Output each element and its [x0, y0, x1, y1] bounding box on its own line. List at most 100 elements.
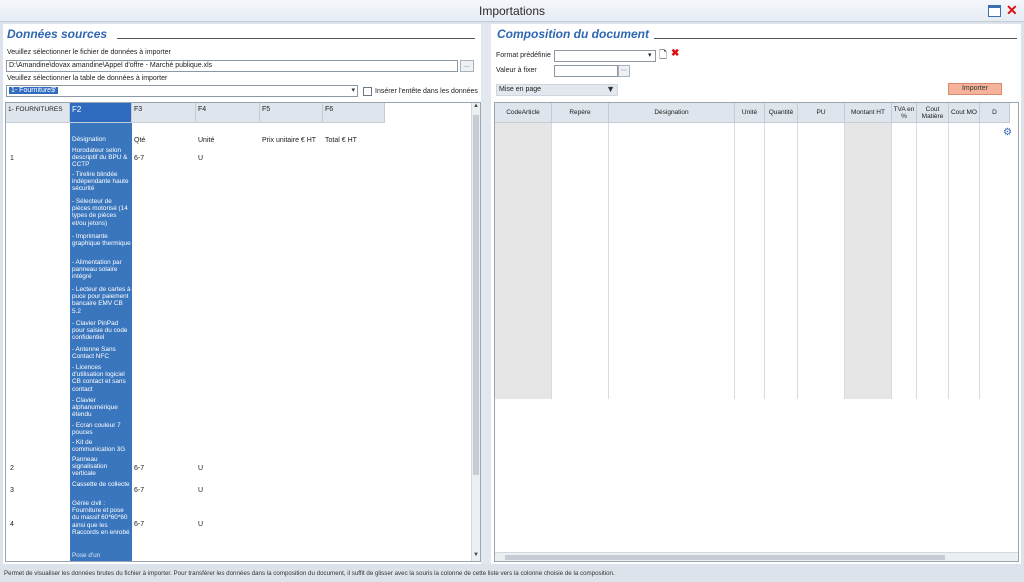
panel-splitter[interactable] — [481, 24, 491, 564]
cell: Génie civil : Fourniture et pose du mass… — [72, 500, 130, 536]
row-number: 3 — [10, 487, 14, 494]
cell: 6-7 — [134, 465, 145, 472]
cell: Prix unitaire € HT — [262, 137, 317, 144]
column-header[interactable]: Montant HT — [845, 103, 892, 123]
column-header[interactable]: CodeArticle — [495, 103, 552, 123]
delete-icon[interactable]: ✖ — [671, 48, 679, 59]
row-number: 1 — [10, 155, 14, 162]
cell: Désignation — [72, 136, 106, 143]
cell: U — [198, 465, 204, 472]
fix-value-picker-icon[interactable]: ⋯ — [618, 65, 630, 77]
cell: Unité — [198, 137, 215, 144]
column-header[interactable]: F4 — [196, 103, 260, 123]
composition-grid[interactable]: CodeArticle Repère Désignation Unité Qua… — [494, 102, 1019, 562]
composition-panel-title: Composition du document — [497, 27, 649, 41]
cell: - Tirelire blindée indépendante haute sé… — [72, 171, 129, 193]
scroll-thumb[interactable] — [473, 115, 479, 475]
format-select[interactable] — [554, 50, 656, 62]
row-number: 4 — [10, 521, 14, 528]
column-header[interactable]: Unité — [735, 103, 765, 123]
close-icon[interactable]: ✕ — [1006, 3, 1019, 17]
grid-column[interactable] — [735, 123, 765, 399]
grid-column[interactable] — [765, 123, 798, 399]
source-data-grid[interactable]: 1- FOURNITURES F2 F3 F4 F5 F6 Désignatio… — [5, 102, 481, 562]
cell: Pose d'un — [72, 552, 101, 559]
format-label: Format prédéfinie — [496, 52, 551, 59]
grid-column[interactable] — [917, 123, 949, 399]
scroll-thumb[interactable] — [505, 555, 945, 560]
table-select[interactable]: 1- Fourniture$' ▾ — [6, 85, 358, 97]
grid-column[interactable] — [495, 123, 552, 399]
document-composition-panel: Composition du document Format prédéfini… — [491, 24, 1021, 564]
cell: Horodateur selon descriptif du BPU & CCT… — [72, 147, 128, 169]
cell: 6-7 — [134, 521, 145, 528]
settings-gear-icon[interactable]: ⚙ — [1003, 128, 1012, 138]
vertical-scrollbar[interactable]: ▲ ▼ — [471, 103, 480, 561]
table-select-value: 1- Fourniture$' — [9, 87, 59, 94]
header-checkbox[interactable] — [363, 87, 372, 96]
column-header[interactable]: Cout Matière — [917, 103, 949, 123]
cell: - Imprimante graphique thermique — [72, 233, 131, 248]
column-header[interactable]: Quantité — [765, 103, 798, 123]
cell: - Clavier alphanumérique étendu — [72, 397, 118, 419]
column-header[interactable]: 1- FOURNITURES — [6, 103, 70, 123]
header-checkbox-label: Insérer l'entête dans les données — [375, 88, 478, 95]
cell: Cassette de collecte — [72, 481, 130, 488]
new-document-icon[interactable]: 🗋 — [659, 48, 667, 65]
scroll-down-icon[interactable]: ▼ — [472, 552, 480, 561]
file-label: Veuillez sélectionner le fichier de donn… — [7, 49, 171, 56]
grid-column[interactable] — [845, 123, 892, 399]
window-title: Importations — [478, 4, 546, 18]
chevron-down-icon[interactable]: ▾ — [351, 86, 355, 96]
grid-column[interactable] — [552, 123, 609, 399]
column-header[interactable]: Désignation — [609, 103, 735, 123]
layout-dropdown[interactable]: Mise en page ▼ — [496, 84, 618, 96]
window-titlebar: Importations ✕ — [0, 0, 1024, 22]
cell: U — [198, 487, 204, 494]
cell: - Ecran couleur 7 pouces — [72, 422, 121, 437]
column-header[interactable]: Repère — [552, 103, 609, 123]
scroll-up-icon[interactable]: ▲ — [472, 103, 480, 112]
cell: U — [198, 155, 204, 162]
cell: - Lecteur de cartes à puce pour paiement… — [72, 286, 131, 315]
column-header[interactable]: F5 — [260, 103, 323, 123]
chevron-down-icon[interactable]: ▾ — [648, 51, 652, 59]
fix-value-input[interactable] — [554, 65, 618, 77]
column-header[interactable]: F3 — [132, 103, 196, 123]
maximize-icon[interactable] — [988, 5, 1001, 17]
column-header[interactable]: Cout MO — [949, 103, 980, 123]
import-button[interactable]: Importer — [948, 83, 1002, 95]
cell: 6-7 — [134, 487, 145, 494]
column-header[interactable]: F2 — [70, 103, 132, 123]
column-header[interactable]: D — [980, 103, 1010, 123]
grid-column[interactable] — [798, 123, 845, 399]
cell: Total € HT — [325, 137, 357, 144]
grid-column[interactable] — [892, 123, 917, 399]
cell: Panneau signalisation verticale — [72, 456, 108, 478]
title-divider — [654, 38, 1017, 39]
source-data-panel: Données sources Veuillez sélectionner le… — [3, 24, 481, 564]
source-panel-title: Données sources — [7, 27, 108, 41]
horizontal-scrollbar[interactable] — [495, 552, 1018, 561]
cell: - Sélecteur de pièces motorisé (14 types… — [72, 198, 128, 227]
layout-label: Mise en page — [499, 86, 542, 93]
column-header[interactable]: PU — [798, 103, 845, 123]
column-header[interactable]: TVA en % — [892, 103, 917, 123]
grid-column[interactable] — [949, 123, 980, 399]
browse-button[interactable]: ... — [460, 60, 474, 72]
table-label: Veuillez sélectionner la table de donnée… — [7, 75, 168, 82]
file-path-input[interactable]: D:\Amandine\dovax amandine\Appel d'offre… — [6, 60, 458, 72]
cell: - Clavier PinPad pour saisie du code con… — [72, 320, 128, 342]
cell: - Kit de communication 3G — [72, 439, 126, 454]
grid-column[interactable] — [609, 123, 735, 399]
cell: 6-7 — [134, 155, 145, 162]
cell: - Alimentation par panneau solaire intég… — [72, 259, 122, 281]
triangle-down-icon[interactable]: ▼ — [606, 85, 615, 94]
cell: Qté — [134, 137, 146, 144]
fix-value-label: Valeur à fixer — [496, 67, 537, 74]
column-header[interactable]: F6 — [323, 103, 385, 123]
cell: U — [198, 521, 204, 528]
cell: - Antenne Sans Contact NFC — [72, 346, 116, 361]
status-bar: Permet de visualiser les données brutes … — [0, 566, 1024, 582]
title-divider — [117, 38, 475, 39]
